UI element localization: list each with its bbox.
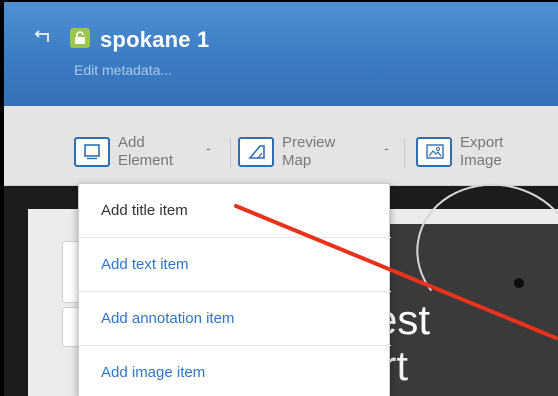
annotation-arrow-line [234,204,558,340]
app-window: spokane 1 Edit metadata... Add Element - [4,2,558,396]
